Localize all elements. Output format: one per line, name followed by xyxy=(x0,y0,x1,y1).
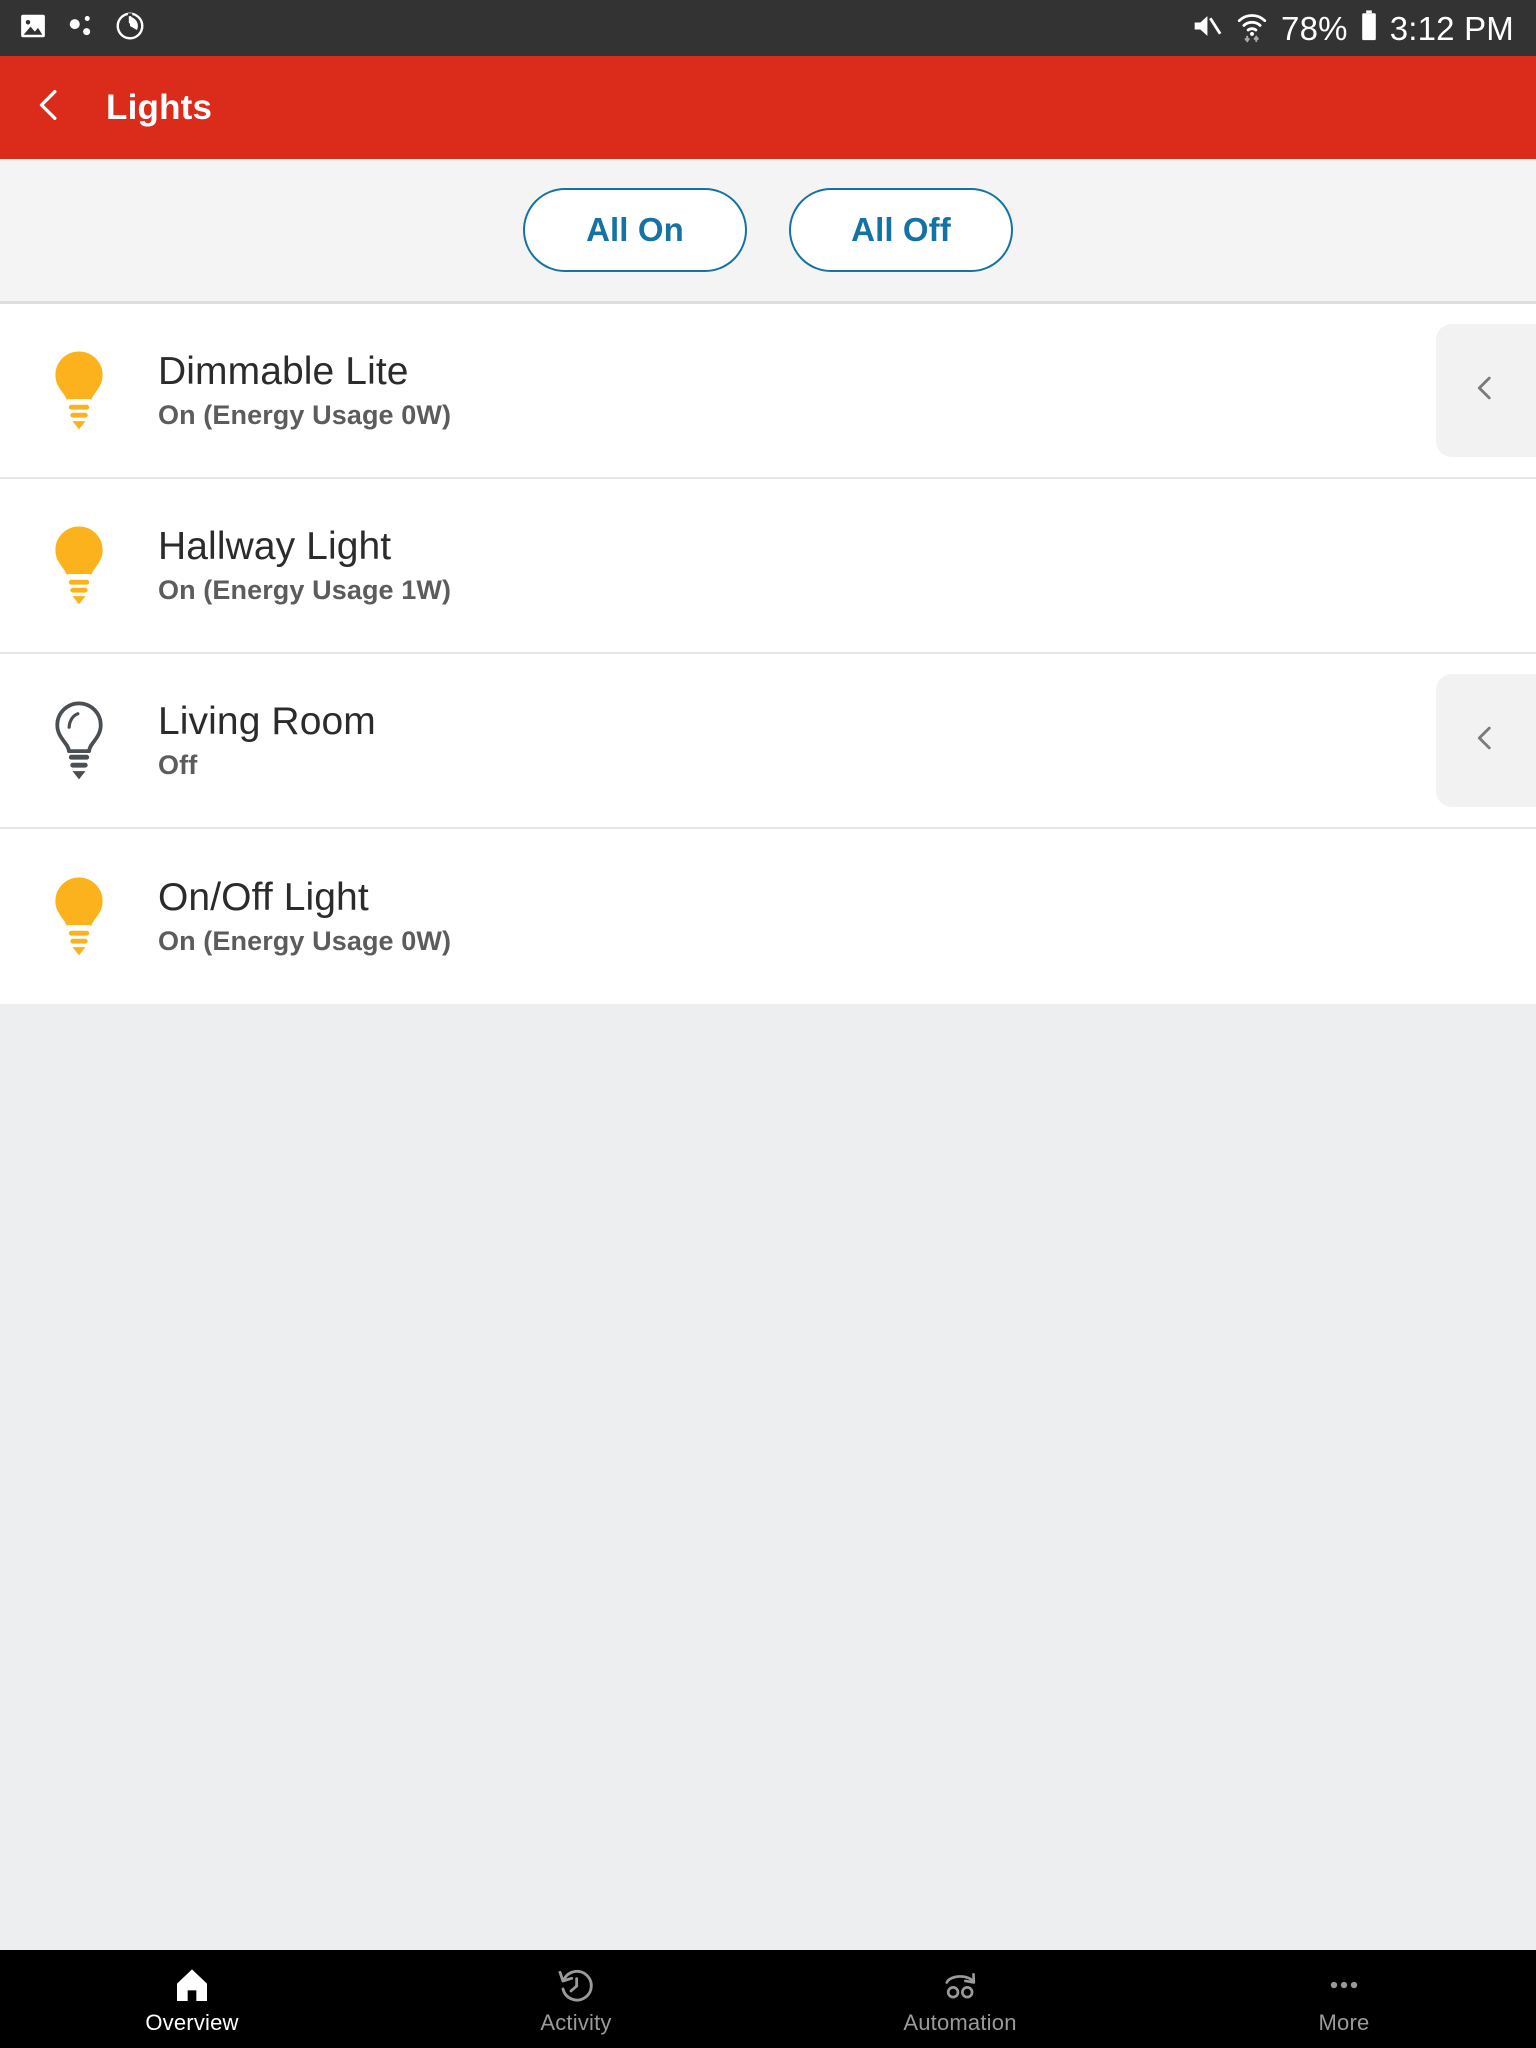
history-icon xyxy=(556,1964,596,2006)
lightbulb-on-icon xyxy=(48,346,110,436)
nav-label-overview: Overview xyxy=(145,2010,239,2035)
automation-icon xyxy=(938,1964,982,2006)
device-name: On/Off Light xyxy=(158,876,369,920)
left-chevron-icon xyxy=(1468,721,1502,760)
nav-item-overview[interactable]: Overview xyxy=(0,1950,384,2048)
nav-item-activity[interactable]: Activity xyxy=(384,1950,768,2048)
device-text: Dimmable Lite On (Energy Usage 0W) xyxy=(158,350,451,431)
device-row[interactable]: Dimmable Lite On (Energy Usage 0W) xyxy=(0,304,1536,479)
status-bar: 78% 3:12 PM xyxy=(0,0,1536,56)
lightbulb-on-icon xyxy=(48,521,110,611)
lightbulb-on-icon xyxy=(48,872,110,962)
device-name: Hallway Light xyxy=(158,525,392,569)
device-text: Living Room Off xyxy=(158,700,376,781)
bottom-navigation-bar: Overview Activity Automation More xyxy=(0,1950,1536,2048)
status-bar-right: 78% 3:12 PM xyxy=(1189,9,1514,48)
device-list: Dimmable Lite On (Energy Usage 0W) Hallw… xyxy=(0,304,1536,1004)
lightbulb-off-icon xyxy=(48,696,110,786)
all-off-button[interactable]: All Off xyxy=(789,188,1013,272)
nav-item-more[interactable]: More xyxy=(1152,1950,1536,2048)
device-text: Hallway Light On (Energy Usage 1W) xyxy=(158,525,451,606)
app-root: 78% 3:12 PM Lights All On All Off Dimmab… xyxy=(0,0,1536,2048)
nav-label-activity: Activity xyxy=(540,2010,612,2035)
nav-label-automation: Automation xyxy=(903,2010,1017,2035)
page-title: Lights xyxy=(106,87,213,127)
battery-percent-label: 78% xyxy=(1281,9,1348,47)
device-name: Living Room xyxy=(158,700,376,744)
screenshot-icon xyxy=(18,11,48,46)
bluetooth-dots-icon xyxy=(66,11,96,46)
volume-muted-icon xyxy=(1189,9,1223,48)
row-reveal-handle[interactable] xyxy=(1436,324,1536,457)
device-row[interactable]: Hallway Light On (Energy Usage 1W) xyxy=(0,479,1536,654)
app-header: Lights xyxy=(0,56,1536,159)
device-text: On/Off Light On (Energy Usage 0W) xyxy=(158,876,451,957)
battery-icon xyxy=(1360,9,1378,48)
power-timer-icon xyxy=(114,10,146,47)
row-reveal-handle[interactable] xyxy=(1436,674,1536,807)
clock-label: 3:12 PM xyxy=(1389,9,1514,47)
device-status: On (Energy Usage 0W) xyxy=(158,925,452,956)
ellipsis-icon xyxy=(1324,1964,1364,2006)
status-bar-left-icons xyxy=(18,10,146,47)
device-row[interactable]: On/Off Light On (Energy Usage 0W) xyxy=(0,829,1536,1004)
wifi-icon xyxy=(1235,9,1269,48)
empty-content-area xyxy=(0,1004,1536,1950)
device-status: Off xyxy=(158,749,198,780)
device-status: On (Energy Usage 1W) xyxy=(158,574,452,605)
home-icon xyxy=(172,1964,212,2006)
back-button[interactable] xyxy=(18,77,80,139)
left-chevron-icon xyxy=(1468,371,1502,410)
back-chevron-icon xyxy=(29,85,69,130)
all-on-button[interactable]: All On xyxy=(523,188,747,272)
nav-item-automation[interactable]: Automation xyxy=(768,1950,1152,2048)
bulk-actions-bar: All On All Off xyxy=(0,159,1536,304)
device-row[interactable]: Living Room Off xyxy=(0,654,1536,829)
nav-label-more: More xyxy=(1318,2010,1370,2035)
device-status: On (Energy Usage 0W) xyxy=(158,399,452,430)
device-name: Dimmable Lite xyxy=(158,350,409,394)
